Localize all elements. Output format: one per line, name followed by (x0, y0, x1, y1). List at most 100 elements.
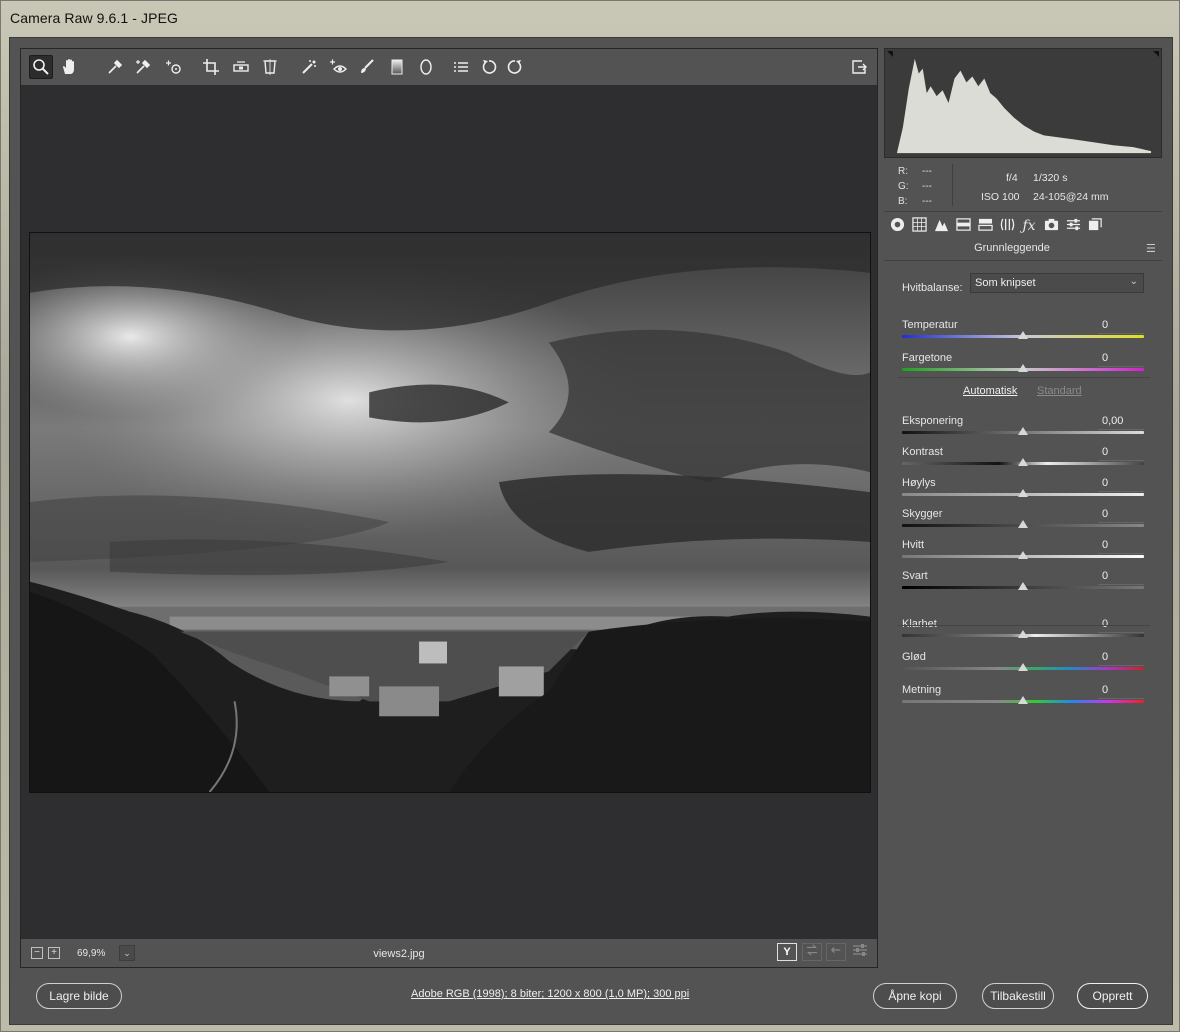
dialog-body: − + 69,9% ⌄ views2.jpg Y R: --- G: --- B… (9, 37, 1173, 1025)
done-button[interactable]: Opprett (1077, 983, 1148, 1009)
tab-split-toning[interactable] (976, 217, 994, 235)
slider-thumb-svart[interactable] (1018, 582, 1028, 590)
rotate-ccw-icon (482, 60, 497, 74)
zoom-tool[interactable] (29, 55, 53, 79)
auto-link[interactable]: Automatisk (963, 385, 1017, 397)
shadow-clipping-toggle[interactable] (887, 51, 899, 61)
panel-title: Grunnleggende (974, 242, 1050, 254)
histogram (884, 48, 1162, 158)
adjustment-brush-tool[interactable] (355, 55, 379, 79)
fx-icon: ƒx (1022, 218, 1036, 234)
slider-value-fargetone[interactable]: 0 (1098, 352, 1144, 367)
toggle-fullscreen-button[interactable] (847, 55, 871, 79)
targeted-adjustment-tool[interactable] (162, 55, 186, 79)
slider-thumb-kontrast[interactable] (1018, 458, 1028, 466)
tab-camera-calibration[interactable] (1042, 217, 1060, 235)
slider-thumb-gl-d[interactable] (1018, 663, 1028, 671)
split-tone-icon (977, 218, 993, 231)
slider-thumb-temperatur[interactable] (1018, 331, 1028, 339)
highlight-clipping-toggle[interactable] (1147, 51, 1159, 61)
preview-panel: − + 69,9% ⌄ views2.jpg Y (20, 48, 878, 968)
before-after-toggle[interactable]: Y (777, 943, 797, 961)
workflow-options-link[interactable]: Adobe RGB (1998); 8 biter; 1200 x 800 (1… (411, 988, 689, 1000)
section-divider (898, 625, 1150, 626)
snapshots-icon (1088, 218, 1102, 231)
slider-thumb-skygger[interactable] (1018, 520, 1028, 528)
aperture-icon (890, 217, 904, 232)
slider-thumb-hvitt[interactable] (1018, 551, 1028, 559)
radial-filter-tool[interactable] (414, 55, 438, 79)
info-divider (952, 164, 953, 206)
slider-value-kontrast[interactable]: 0 (1098, 446, 1144, 461)
tab-basic[interactable] (888, 217, 906, 235)
panel-tabs: ƒx (884, 214, 1162, 238)
tab-tone-curve[interactable] (910, 217, 928, 235)
slider-value-eksponering[interactable]: 0,00 (1098, 415, 1144, 430)
tab-lens-corrections[interactable] (998, 217, 1016, 235)
eyedropper-icon (108, 59, 123, 74)
white-balance-select[interactable]: Som knipset ⌄ (970, 273, 1144, 293)
preview-settings-button[interactable] (850, 943, 870, 961)
slider-value-h-ylys[interactable]: 0 (1098, 477, 1144, 492)
spot-icon (302, 60, 316, 74)
slider-label-svart: Svart (902, 570, 928, 582)
slider-thumb-metning[interactable] (1018, 696, 1028, 704)
aperture-value: f/4 (1006, 172, 1018, 184)
white-balance-tool[interactable] (103, 55, 127, 79)
shutter-value: 1/320 s (1033, 172, 1068, 184)
slider-label-klarhet: Klarhet (902, 618, 937, 630)
slider-value-metning[interactable]: 0 (1098, 684, 1144, 699)
red-eye-tool[interactable] (326, 55, 350, 79)
graduated-filter-tool[interactable] (385, 55, 409, 79)
gradient-icon (391, 59, 403, 75)
slider-value-hvitt[interactable]: 0 (1098, 539, 1144, 554)
preset-sliders-icon (1066, 218, 1080, 231)
hand-tool[interactable] (57, 55, 81, 79)
slider-thumb-eksponering[interactable] (1018, 427, 1028, 435)
copy-settings-button[interactable] (826, 943, 846, 961)
slider-value-gl-d[interactable]: 0 (1098, 651, 1144, 666)
save-image-button[interactable]: Lagre bilde (36, 983, 122, 1009)
slider-value-temperatur[interactable]: 0 (1098, 319, 1144, 334)
info-readout: R: --- G: --- B: --- f/4 1/320 s ISO 100 24… (884, 160, 1162, 212)
tab-detail[interactable] (932, 217, 950, 235)
tab-snapshots[interactable] (1086, 217, 1104, 235)
panel-menu-icon[interactable]: ☰ (1146, 242, 1156, 255)
crop-tool[interactable] (199, 55, 223, 79)
slider-thumb-klarhet[interactable] (1018, 630, 1028, 638)
preview-footer: − + 69,9% ⌄ views2.jpg Y (21, 939, 877, 967)
b-readout: B: --- (898, 196, 932, 207)
transform-icon (263, 59, 277, 75)
slider-label-skygger: Skygger (902, 508, 943, 520)
slider-label-eksponering: Eksponering (902, 415, 964, 427)
reset-button[interactable]: Tilbakestill (982, 983, 1054, 1009)
basic-controls: Hvitbalanse: Som knipset ⌄ Temperatur 0 Fa… (884, 260, 1162, 968)
photo-canvas (30, 233, 870, 792)
rotate-left-tool[interactable] (477, 55, 501, 79)
window-title: Camera Raw 9.6.1 - JPEG (10, 10, 179, 26)
slider-thumb-fargetone[interactable] (1018, 364, 1028, 372)
straighten-tool[interactable] (229, 55, 253, 79)
slider-label-hvitt: Hvitt (902, 539, 924, 551)
open-copy-button[interactable]: Åpne kopi (873, 983, 957, 1009)
color-sampler-tool[interactable] (131, 55, 155, 79)
title-bar: Camera Raw 9.6.1 - JPEG (1, 1, 1180, 37)
tab-presets[interactable] (1064, 217, 1082, 235)
transform-tool[interactable] (258, 55, 282, 79)
preferences-tool[interactable] (449, 55, 473, 79)
rotate-right-tool[interactable] (503, 55, 527, 79)
tab-hsl[interactable] (954, 217, 972, 235)
default-link[interactable]: Standard (1037, 385, 1082, 397)
slider-thumb-h-ylys[interactable] (1018, 489, 1028, 497)
tab-effects[interactable]: ƒx (1020, 217, 1038, 235)
iso-value: ISO 100 (981, 191, 1020, 203)
image-preview[interactable] (29, 232, 871, 793)
slider-value-skygger[interactable]: 0 (1098, 508, 1144, 523)
lens-icon (1000, 218, 1014, 231)
slider-value-svart[interactable]: 0 (1098, 570, 1144, 585)
ellipse-icon (420, 59, 432, 75)
swap-settings-button[interactable] (802, 943, 822, 961)
spot-removal-tool[interactable] (297, 55, 321, 79)
crop-icon (203, 59, 219, 75)
eye-icon (330, 59, 347, 73)
